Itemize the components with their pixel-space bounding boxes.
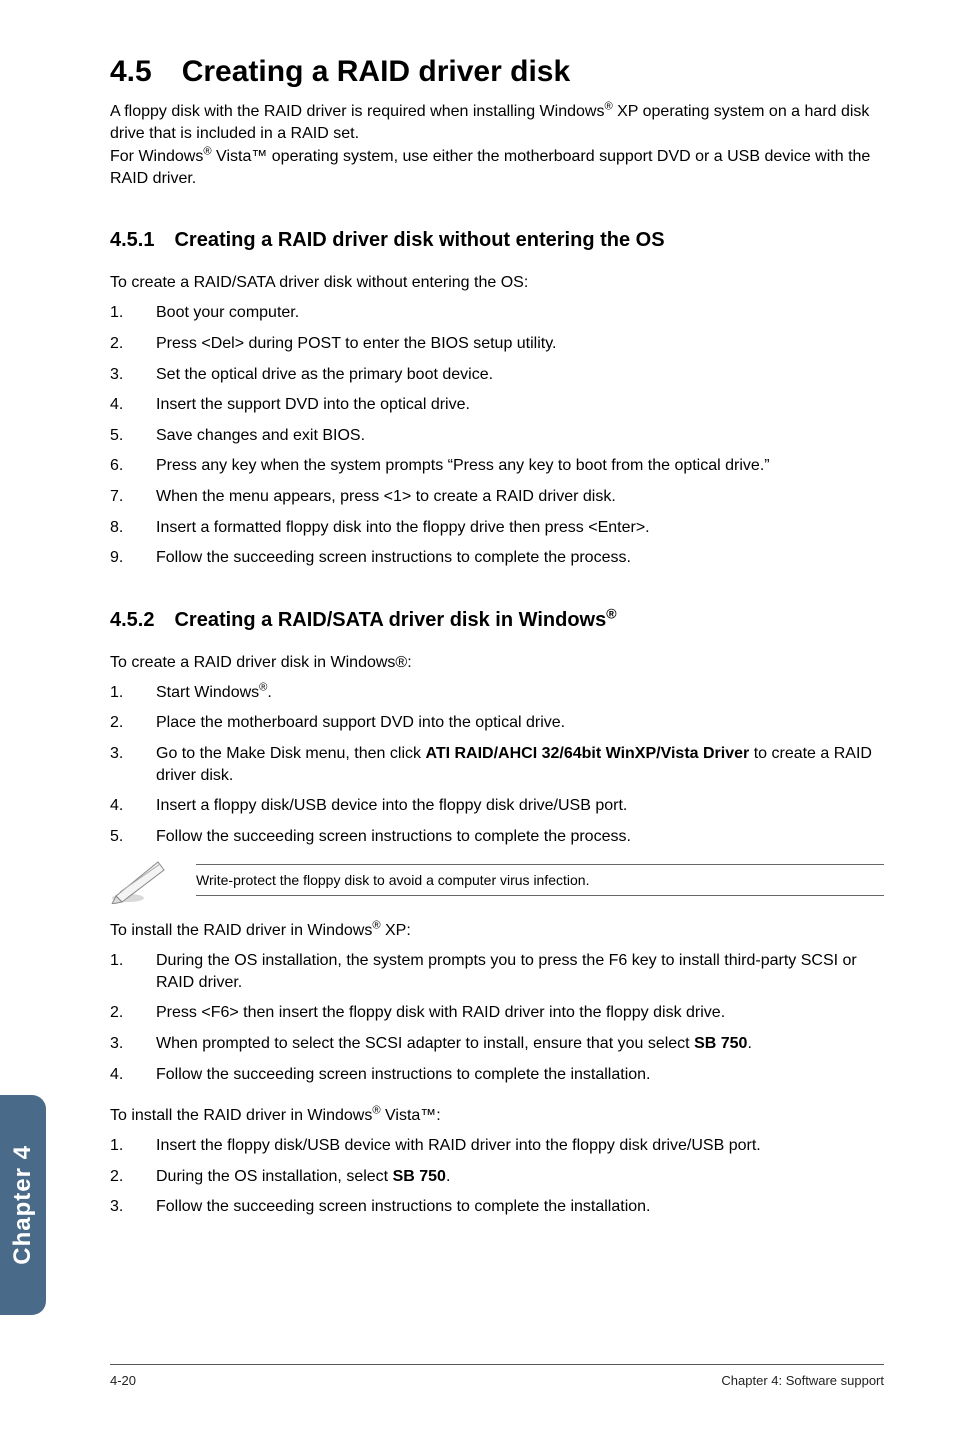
intro-line-2a: For Windows (110, 148, 203, 165)
xp-lead-post: XP: (381, 922, 411, 939)
list-item: Press <F6> then insert the floppy disk w… (110, 1002, 884, 1024)
list-item: Go to the Make Disk menu, then click ATI… (110, 743, 884, 786)
list-item: Follow the succeeding screen instruction… (110, 1064, 884, 1086)
list-item: Start Windows®. (110, 682, 884, 704)
intro-line-1a: A floppy disk with the RAID driver is re… (110, 103, 604, 120)
note-text: Write-protect the floppy disk to avoid a… (196, 871, 884, 889)
subsection-452-lead: To create a RAID driver disk in Windows®… (110, 654, 884, 672)
list-item: Insert a floppy disk/USB device into the… (110, 795, 884, 817)
vista-lead-pre: To install the RAID driver in Windows (110, 1107, 372, 1124)
list-item-text-post: . (747, 1035, 751, 1052)
chapter-side-tab-label: Chapter 4 (9, 1145, 37, 1265)
list-452-vista: Insert the floppy disk/USB device with R… (110, 1135, 884, 1218)
footer-divider (110, 1364, 884, 1365)
list-item: Follow the succeeding screen instruction… (110, 1196, 884, 1218)
list-item-text-bold: ATI RAID/AHCI 32/64bit WinXP/Vista Drive… (425, 745, 749, 762)
subsection-452-heading: 4.5.2 Creating a RAID/SATA driver disk i… (110, 609, 884, 632)
section-title: 4.5 Creating a RAID driver disk (110, 55, 884, 89)
list-item: Save changes and exit BIOS. (110, 425, 884, 447)
reg-mark: ® (372, 1105, 380, 1117)
list-item-text-pre: During the OS installation, select (156, 1168, 393, 1185)
list-item-text-pre: When prompted to select the SCSI adapter… (156, 1035, 694, 1052)
vista-lead-post: Vista™: (381, 1107, 441, 1124)
list-item: During the OS installation, select SB 75… (110, 1166, 884, 1188)
list-item: Boot your computer. (110, 302, 884, 324)
subsection-451-lead: To create a RAID/SATA driver disk withou… (110, 274, 884, 292)
page-number: 4-20 (110, 1373, 136, 1388)
list-item: Press any key when the system prompts “P… (110, 455, 884, 477)
reg-mark: ® (203, 146, 211, 158)
list-item: Place the motherboard support DVD into t… (110, 712, 884, 734)
xp-lead: To install the RAID driver in Windows® X… (110, 922, 884, 940)
list-item-text-bold: SB 750 (393, 1168, 446, 1185)
list-item-text: Start Windows (156, 684, 259, 701)
chapter-side-tab: Chapter 4 (0, 1095, 46, 1315)
intro-line-2b: Vista™ operating system, use either the … (110, 148, 870, 187)
note-text-container: Write-protect the floppy disk to avoid a… (196, 864, 884, 896)
list-452-xp: During the OS installation, the system p… (110, 950, 884, 1085)
list-item: During the OS installation, the system p… (110, 950, 884, 993)
list-item: Follow the succeeding screen instruction… (110, 547, 884, 569)
page-footer: 4-20 Chapter 4: Software support (0, 1364, 954, 1388)
note-block: Write-protect the floppy disk to avoid a… (110, 856, 884, 904)
list-item: When the menu appears, press <1> to crea… (110, 486, 884, 508)
list-451: Boot your computer. Press <Del> during P… (110, 302, 884, 568)
subsection-452-heading-text: 4.5.2 Creating a RAID/SATA driver disk i… (110, 609, 606, 631)
list-452-create: Start Windows®. Place the motherboard su… (110, 682, 884, 848)
list-item: Press <Del> during POST to enter the BIO… (110, 333, 884, 355)
list-item-text-pre: Go to the Make Disk menu, then click (156, 745, 425, 762)
list-item-text-post: . (446, 1168, 450, 1185)
list-item: Insert the support DVD into the optical … (110, 394, 884, 416)
footer-chapter-label: Chapter 4: Software support (721, 1373, 884, 1388)
list-item: Insert the floppy disk/USB device with R… (110, 1135, 884, 1157)
reg-mark: ® (372, 920, 380, 932)
intro-paragraph-2: For Windows® Vista™ operating system, us… (110, 146, 884, 189)
xp-lead-pre: To install the RAID driver in Windows (110, 922, 372, 939)
list-item: Set the optical drive as the primary boo… (110, 364, 884, 386)
subsection-451-heading: 4.5.1 Creating a RAID driver disk withou… (110, 229, 884, 252)
list-item-text-bold: SB 750 (694, 1035, 747, 1052)
reg-mark: ® (259, 681, 267, 693)
vista-lead: To install the RAID driver in Windows® V… (110, 1107, 884, 1125)
pencil-note-icon (110, 856, 166, 904)
intro-paragraph: A floppy disk with the RAID driver is re… (110, 101, 884, 144)
list-item: When prompted to select the SCSI adapter… (110, 1033, 884, 1055)
list-item: Insert a formatted floppy disk into the … (110, 517, 884, 539)
reg-mark: ® (604, 101, 612, 113)
list-item: Follow the succeeding screen instruction… (110, 826, 884, 848)
reg-mark: ® (606, 605, 616, 621)
